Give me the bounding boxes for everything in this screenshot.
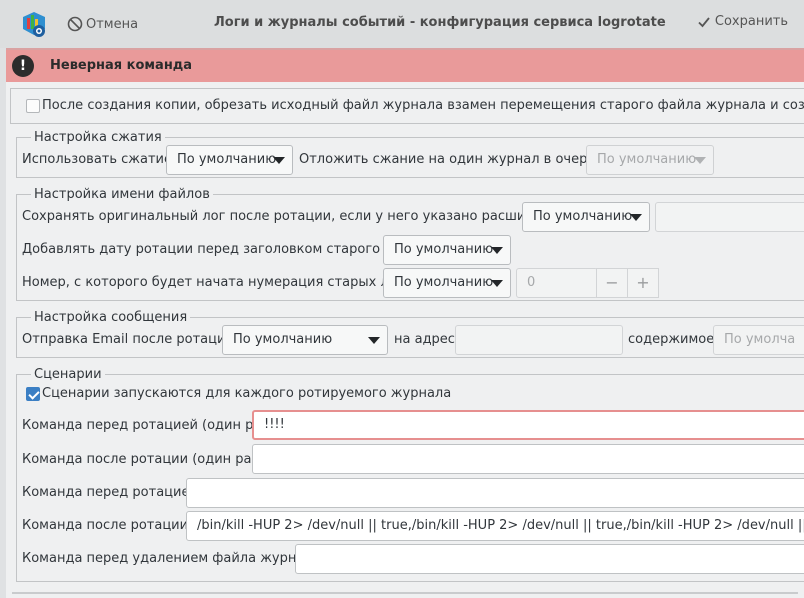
email-label: Отправка Email после ротации: — [22, 332, 239, 347]
postrotate-once-input[interactable] — [252, 444, 804, 474]
dropdown-arrow-icon — [491, 280, 503, 287]
email-select[interactable]: По умолчанию — [222, 325, 388, 355]
preremove-input[interactable] — [295, 544, 804, 574]
error-banner: ! Неверная команда — [6, 48, 804, 82]
date-ext-value: По умолчанию — [394, 242, 494, 257]
copy-truncate-label: После создания копии, обрезать исходный … — [42, 98, 804, 113]
window-title: Логи и журналы событий - конфигурация се… — [214, 15, 666, 30]
compression-legend: Настройка сжатия — [34, 130, 162, 145]
postrotate-once-label: Команда после ротации (один раз): — [22, 452, 268, 467]
delay-compress-label: Отложить сжание на один журнал в очереди… — [299, 152, 618, 167]
save-button[interactable]: Сохранить — [697, 14, 788, 29]
save-label: Сохранить — [714, 14, 788, 29]
start-number-select[interactable]: По умолчанию — [383, 268, 511, 298]
cancel-button[interactable]: Отмена — [67, 14, 138, 34]
address-label: на адрес: — [394, 332, 460, 347]
warning-icon: ! — [12, 55, 34, 77]
prerotate-once-label: Команда перед ротацией (один раз): — [22, 418, 278, 433]
bottom-divider — [12, 592, 798, 594]
use-compression-value: По умолчанию — [177, 152, 277, 167]
start-number-label: Номер, с которого будет начата нумерация… — [22, 275, 424, 290]
keep-extension-label: Сохранять оригинальный лог после ротации… — [22, 209, 571, 224]
filenames-legend: Настройка имени файлов — [34, 187, 210, 202]
config-panel: После создания копии, обрезать исходный … — [6, 82, 804, 598]
scripts-legend: Сценарии — [34, 367, 102, 382]
keep-extension-value: По умолчанию — [533, 209, 633, 224]
prerotate-label: Команда перед ротацией: — [22, 485, 203, 500]
dropdown-arrow-icon — [630, 214, 642, 221]
dropdown-arrow-icon — [491, 247, 503, 254]
cancel-icon — [67, 16, 83, 32]
keep-extension-select[interactable]: По умолчанию — [522, 202, 650, 232]
copy-truncate-checkbox[interactable] — [26, 99, 40, 113]
dropdown-arrow-icon — [368, 337, 380, 344]
date-ext-select[interactable]: По умолчанию — [383, 235, 511, 265]
date-ext-label: Добавлять дату ротации перед заголовком … — [22, 242, 420, 257]
checkmark-icon — [698, 16, 710, 27]
extension-input[interactable] — [655, 202, 804, 232]
delay-compress-value: По умолчанию — [597, 152, 697, 167]
start-number-value: По умолчанию — [394, 275, 494, 290]
postrotate-label: Команда после ротации: — [22, 518, 193, 533]
decrement-button[interactable]: − — [596, 268, 628, 298]
email-value: По умолчанию — [233, 332, 333, 347]
per-log-scripts-checkbox[interactable] — [26, 387, 40, 401]
use-compression-select[interactable]: По умолчанию — [166, 145, 293, 175]
postrotate-input[interactable]: /bin/kill -HUP 2> /dev/null || true,/bin… — [186, 511, 804, 541]
increment-button[interactable]: + — [627, 268, 659, 298]
prerotate-once-input[interactable]: !!!! — [252, 410, 804, 440]
prerotate-input[interactable] — [186, 478, 804, 508]
per-log-scripts-label: Сценарии запускаются для каждого ротируе… — [42, 386, 452, 401]
content-label: содержимое: — [628, 332, 719, 347]
dropdown-arrow-icon — [273, 157, 285, 164]
content-input[interactable]: По умолча — [713, 325, 804, 355]
dropdown-arrow-icon — [694, 157, 706, 164]
address-input[interactable] — [455, 325, 623, 355]
use-compression-label: Использовать сжатие: — [22, 152, 177, 167]
message-legend: Настройка сообщения — [34, 310, 188, 325]
start-number-spinbox[interactable]: 0 — [516, 268, 598, 298]
cancel-label: Отмена — [86, 16, 139, 32]
error-message: Неверная команда — [50, 58, 193, 73]
app-logo-icon — [19, 9, 49, 39]
delay-compress-select[interactable]: По умолчанию — [586, 145, 714, 175]
header-bar: Отмена Логи и журналы событий - конфигур… — [0, 0, 804, 48]
preremove-label: Команда перед удалением файла журнала: — [22, 551, 325, 566]
